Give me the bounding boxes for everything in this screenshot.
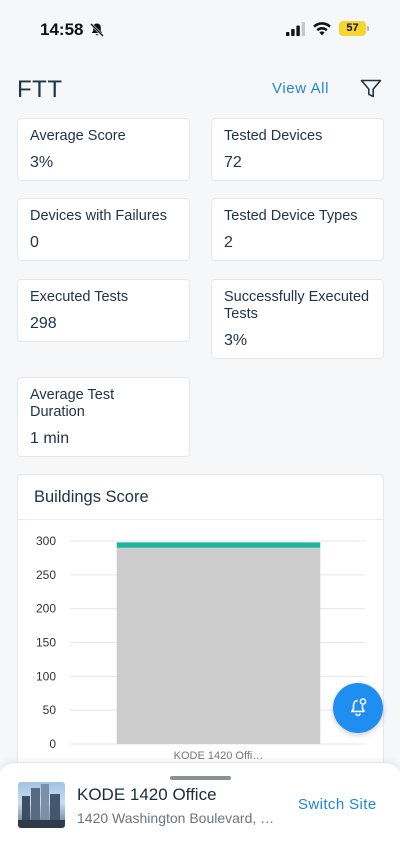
y-tick-label: 300: [36, 534, 56, 548]
y-tick-label: 50: [43, 703, 57, 717]
y-tick-label: 250: [36, 568, 56, 582]
devices-with-failures-label: Devices with Failures: [30, 208, 167, 224]
y-tick-label: 200: [36, 602, 56, 616]
chart-title: Buildings Score: [34, 488, 149, 506]
page-title: FTT: [17, 76, 63, 103]
signal-icon: [286, 22, 305, 36]
status-bar: 14:58 57: [0, 0, 400, 60]
average-test-duration-card[interactable]: Average Test Duration 1 min: [17, 377, 190, 457]
average-score-card[interactable]: Average Score 3%: [17, 118, 190, 181]
bell-add-icon: [351, 698, 367, 717]
battery-nub: [367, 26, 369, 31]
y-tick-label: 150: [36, 636, 56, 650]
bar-segment-base: [116, 547, 321, 744]
buildings-score-card: Buildings Score 0 50 100 150 200 250 300 KODE 1…: [17, 474, 384, 774]
switch-site-button[interactable]: Switch Site: [298, 796, 377, 813]
executed-tests-label: Executed Tests: [30, 289, 129, 305]
successfully-executed-tests-card[interactable]: Successfully Executed Tests 3%: [211, 279, 384, 359]
filter-icon[interactable]: [360, 79, 382, 99]
site-bottom-sheet[interactable]: KODE 1420 Office 1420 Washington Bouleva…: [0, 762, 400, 867]
site-address: 1420 Washington Boulevard, …: [77, 810, 275, 826]
average-score-label: Average Score: [30, 128, 126, 144]
devices-with-failures-card[interactable]: Devices with Failures 0: [17, 198, 190, 261]
tested-devices-value: 72: [224, 154, 242, 171]
tested-device-types-value: 2: [224, 234, 233, 251]
executed-tests-card[interactable]: Executed Tests 298: [17, 279, 190, 342]
buildings-score-chart: 0 50 100 150 200 250 300 KODE 1420 Offi…: [36, 534, 365, 762]
devices-with-failures-value: 0: [30, 234, 39, 251]
average-test-duration-label: Average Test Duration: [30, 387, 115, 420]
tested-devices-label: Tested Devices: [224, 128, 323, 144]
notification-fab[interactable]: [333, 683, 383, 733]
site-thumbnail: [18, 782, 65, 828]
average-test-duration-value: 1 min: [30, 430, 70, 447]
bell-off-icon: [90, 23, 104, 37]
battery-icon: 57: [339, 21, 366, 36]
site-name: KODE 1420 Office: [77, 785, 217, 804]
tested-device-types-label: Tested Device Types: [224, 208, 358, 224]
wifi-icon: [313, 22, 331, 36]
successfully-executed-tests-label: Successfully Executed Tests: [224, 289, 370, 322]
average-score-value: 3%: [30, 154, 54, 171]
tested-devices-card[interactable]: Tested Devices 72: [211, 118, 384, 181]
status-time: 14:58: [40, 20, 84, 39]
executed-tests-value: 298: [30, 315, 57, 332]
y-tick-label: 0: [49, 737, 56, 751]
x-tick-label: KODE 1420 Offi…: [174, 750, 264, 762]
drag-handle[interactable]: [170, 776, 231, 780]
y-tick-label: 100: [36, 669, 56, 683]
view-all-link[interactable]: View All: [272, 80, 329, 97]
successfully-executed-tests-value: 3%: [224, 332, 248, 349]
bar-segment-top: [116, 542, 321, 548]
tested-device-types-card[interactable]: Tested Device Types 2: [211, 198, 384, 261]
